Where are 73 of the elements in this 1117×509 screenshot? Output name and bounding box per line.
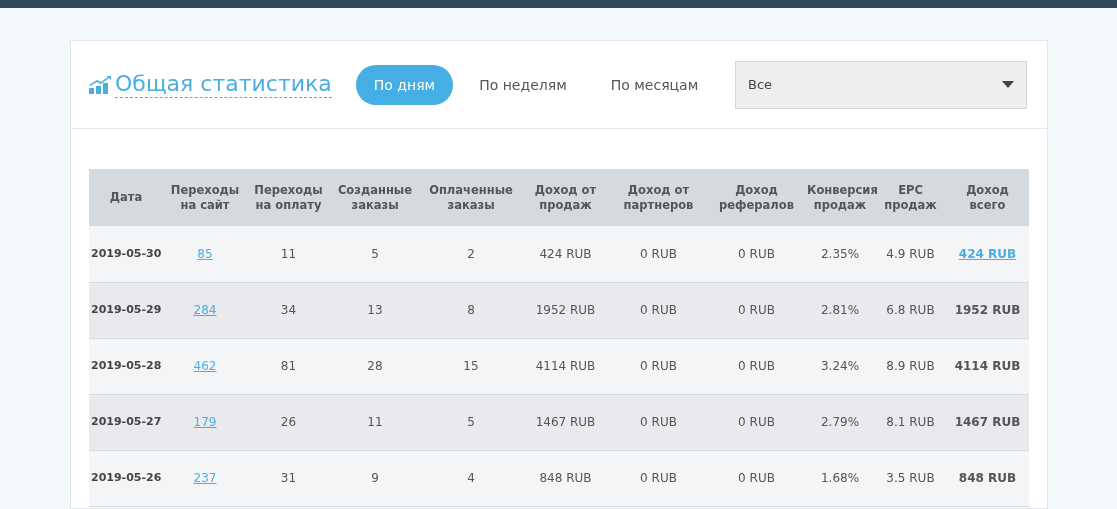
table-cell: 15 (420, 338, 522, 394)
chart-icon (89, 75, 111, 94)
table-cell: 848 RUB (522, 450, 609, 506)
table-cell: 0 RUB (708, 450, 805, 506)
column-header: Доход от партнеров (609, 169, 708, 226)
column-header: Дата (89, 169, 163, 226)
table-cell: 0 RUB (609, 282, 708, 338)
table-cell: 1952 RUB (946, 282, 1029, 338)
table-cell: 31 (247, 450, 330, 506)
table-cell: 8.9 RUB (875, 338, 946, 394)
table-cell: 0 RUB (708, 282, 805, 338)
table-link[interactable]: 85 (197, 246, 213, 261)
table-cell: 1952 RUB (522, 282, 609, 338)
table-cell: 1467 RUB (946, 394, 1029, 450)
table-cell: 0 RUB (609, 226, 708, 282)
table-link[interactable]: 424 RUB (958, 246, 1017, 261)
table-cell: 28 (330, 338, 420, 394)
table-cell: 2019-05-26 (89, 450, 163, 506)
table-link[interactable]: 284 (193, 303, 217, 317)
caret-icon (1002, 81, 1014, 88)
column-header: Доход всего (946, 169, 1029, 226)
table-cell: 81 (247, 338, 330, 394)
table-cell: 0 RUB (609, 338, 708, 394)
table-cell: 2.81% (805, 282, 875, 338)
table-cell: 2.79% (805, 394, 875, 450)
column-header: Созданные заказы (330, 169, 420, 226)
table-link[interactable]: 237 (193, 471, 217, 485)
table-cell: 2019-05-28 (89, 338, 163, 394)
table-cell: 4114 RUB (946, 338, 1029, 394)
table-cell: 8 (420, 282, 522, 338)
table-cell: 4114 RUB (522, 338, 609, 394)
table-cell: 1467 RUB (522, 394, 609, 450)
table-cell: 8.1 RUB (875, 394, 946, 450)
column-header: Переходы на сайт (163, 169, 247, 226)
table-cell: 2019-05-30 (89, 226, 163, 282)
table-cell: 3.5 RUB (875, 450, 946, 506)
tab[interactable]: По месяцам (592, 64, 717, 105)
dropdown-value: Все (748, 75, 773, 94)
table-cell: 5 (420, 394, 522, 450)
table-cell: 26 (247, 394, 330, 450)
column-header: Доход от продаж (522, 169, 609, 226)
column-header: Доход рефералов (708, 169, 805, 226)
table-cell: 11 (330, 394, 420, 450)
table-cell: 0 RUB (609, 450, 708, 506)
table-cell: 2019-05-27 (89, 394, 163, 450)
table-cell: 0 RUB (708, 394, 805, 450)
table-cell: 11 (247, 226, 330, 282)
table-cell: 13 (330, 282, 420, 338)
table-link[interactable]: 179 (193, 415, 217, 429)
table-cell: 0 RUB (609, 394, 708, 450)
table-cell: 424 RUB (522, 226, 609, 282)
table-cell: 3.24% (805, 338, 875, 394)
column-header: Оплаченные заказы (420, 169, 522, 226)
table-cell: 848 RUB (946, 450, 1029, 506)
table-cell: 0 RUB (708, 226, 805, 282)
table-cell: 2019-05-29 (89, 282, 163, 338)
table-cell: 5 (330, 226, 420, 282)
table-cell: 9 (330, 450, 420, 506)
table-link[interactable]: 462 (193, 359, 217, 373)
table-cell: 2 (420, 226, 522, 282)
table-cell: 1.68% (805, 450, 875, 506)
tab[interactable]: По неделям (461, 64, 585, 105)
table-cell: 34 (247, 282, 330, 338)
table-cell: 2.35% (805, 226, 875, 282)
column-header: Конверсия продаж (805, 169, 875, 226)
filter-dropdown[interactable]: Все (735, 60, 1027, 109)
table-cell: 4.9 RUB (875, 226, 946, 282)
table-cell: 6.8 RUB (875, 282, 946, 338)
table-cell: 4 (420, 450, 522, 506)
tab[interactable]: По дням (355, 64, 454, 105)
page-title[interactable]: Общая статистика (115, 70, 332, 99)
column-header: Переходы на оплату (247, 169, 330, 226)
table-cell: 0 RUB (708, 338, 805, 394)
